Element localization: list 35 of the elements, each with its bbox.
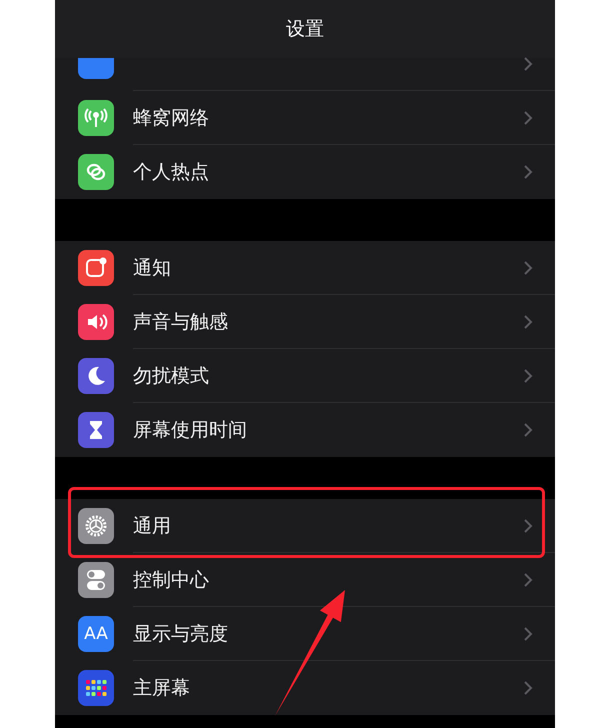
settings-row[interactable]: 主屏幕	[55, 661, 555, 715]
row-label: 控制中心	[133, 568, 210, 593]
app-icon	[78, 58, 114, 79]
settings-row[interactable]: 控制中心	[55, 553, 555, 607]
chevron-icon	[523, 314, 533, 330]
row-label: 显示与亮度	[133, 622, 229, 647]
chevron-icon	[523, 626, 533, 642]
chevron-icon	[523, 260, 533, 276]
row-label: 声音与触感	[133, 310, 229, 335]
settings-row[interactable]: 通知	[55, 241, 555, 295]
settings-row[interactable]: AA 显示与亮度	[55, 607, 555, 661]
chevron-icon	[523, 368, 533, 384]
settings-row[interactable]: 声音与触感	[55, 295, 555, 349]
chevron-icon	[523, 110, 533, 126]
settings-row[interactable]: 个人热点	[55, 145, 555, 199]
chevron-icon	[523, 572, 533, 588]
settings-row[interactable]: 蜂窝网络	[55, 91, 555, 145]
row-label: 屏幕使用时间	[133, 418, 248, 443]
settings-row[interactable]: 勿扰模式	[55, 349, 555, 403]
chevron-icon	[523, 56, 533, 72]
row-label: 蜂窝网络	[133, 106, 210, 131]
chevron-icon	[523, 422, 533, 438]
settings-row[interactable]: 屏幕使用时间	[55, 403, 555, 457]
page-title: 设置	[286, 17, 324, 42]
chevron-icon	[523, 518, 533, 534]
row-label: 主屏幕	[133, 676, 191, 701]
chevron-icon	[523, 680, 533, 696]
text-size-icon: AA	[84, 624, 108, 644]
chevron-icon	[523, 164, 533, 180]
row-label: 通用	[133, 514, 172, 539]
row-label: 个人热点	[133, 160, 210, 185]
row-label: 通知	[133, 256, 172, 281]
row-label: 勿扰模式	[133, 364, 210, 389]
settings-row[interactable]: 通用	[55, 499, 555, 553]
gear-icon	[83, 513, 109, 539]
